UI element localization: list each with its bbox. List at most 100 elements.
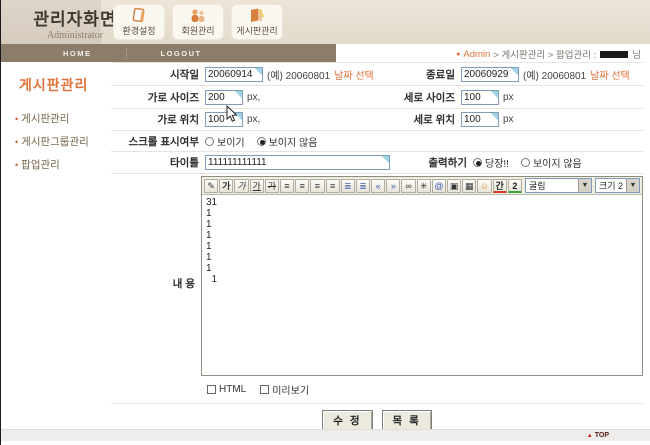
- settings-icon: [130, 6, 148, 24]
- html-checkbox-label: HTML: [219, 384, 246, 395]
- outdent-icon[interactable]: «: [371, 179, 385, 193]
- scroll-show-label: 보이기: [217, 134, 245, 149]
- editor-mode-checkboxes: HTML 미리보기: [207, 382, 643, 397]
- top-label: TOP: [595, 432, 609, 439]
- bullet-icon: •: [15, 160, 18, 170]
- ordered-list-icon[interactable]: ≣: [341, 179, 355, 193]
- output-now-radio[interactable]: [473, 158, 482, 167]
- sidebar-item-label: 게시판관리: [21, 113, 69, 125]
- wysiwyg-editor: ✎ 가 가 가 가 ≡ ≡ ≡ ≡ ≣ ≣ « » ∞ ✳: [201, 176, 643, 376]
- highlight-icon[interactable]: 2: [508, 179, 522, 193]
- align-right-icon[interactable]: ≡: [310, 179, 324, 193]
- italic-icon[interactable]: 가: [234, 179, 248, 193]
- output-hide-label: 보이지 않음: [533, 155, 582, 170]
- font-color-icon[interactable]: 간: [493, 179, 507, 193]
- admin-window: 관리자화면 Administrator 환경설정 회원관리 게시판관리: [0, 0, 650, 445]
- sidebar-item-label: 게시판그룹관리: [21, 136, 89, 148]
- title-label: 타이틀: [111, 155, 199, 170]
- start-date-picker-link[interactable]: 날짜 선택: [334, 67, 374, 82]
- menu-members-label: 회원관리: [181, 24, 214, 37]
- breadcrumb-trail: > 게시판관리 > 팝업관리 :: [493, 47, 596, 61]
- indent-icon[interactable]: »: [386, 179, 400, 193]
- height-label: 세로 사이즈: [389, 90, 455, 105]
- pos-y-unit: px: [503, 114, 514, 125]
- members-icon: [189, 6, 207, 24]
- end-date-label: 종료일: [389, 67, 455, 82]
- breadcrumb-admin[interactable]: Admin: [463, 49, 490, 60]
- nav-brown-bar: HOME LOGOUT: [1, 44, 336, 62]
- menu-board[interactable]: 게시판관리: [231, 4, 283, 40]
- start-date-input[interactable]: [205, 67, 263, 82]
- scroll-label: 스크롤 표시여부: [111, 134, 199, 149]
- sidebar-item-board-group-manage[interactable]: •게시판그룹관리: [15, 134, 111, 149]
- bold-icon[interactable]: 가: [219, 179, 233, 193]
- font-select-value: 굴림: [526, 179, 578, 192]
- content-edit-area[interactable]: 31 1 1 1 1 1 1 1: [202, 195, 642, 375]
- html-checkbox[interactable]: [207, 385, 216, 394]
- output-hide-radio[interactable]: [521, 158, 530, 167]
- home-link[interactable]: HOME: [63, 49, 92, 58]
- height-input[interactable]: [461, 90, 499, 105]
- preview-checkbox-label: 미리보기: [272, 382, 309, 397]
- pos-y-input[interactable]: [461, 112, 499, 127]
- link-icon[interactable]: ∞: [401, 179, 415, 193]
- breadcrumb: ● Admin > 게시판관리 > 팝업관리 : 님: [456, 47, 641, 61]
- end-date-example: (예) 20060801: [523, 67, 586, 82]
- sidebar-menu: •게시판관리 •게시판그룹관리 •팝업관리: [1, 111, 111, 172]
- pos-x-unit: px,: [247, 114, 260, 125]
- menu-members[interactable]: 회원관리: [172, 4, 224, 40]
- underline-icon[interactable]: 가: [250, 179, 264, 193]
- footer-bar: ▲ TOP: [1, 429, 650, 441]
- emoticon-icon[interactable]: ☺: [477, 179, 491, 193]
- sidebar: 게시판관리 •게시판관리 •게시판그룹관리 •팝업관리: [1, 62, 111, 428]
- image-icon[interactable]: ▣: [447, 179, 461, 193]
- scroll-show-radio[interactable]: [205, 137, 214, 146]
- up-arrow-icon: ▲: [587, 433, 593, 439]
- content-label: 내 용: [111, 176, 195, 399]
- size-select[interactable]: 크기 2 ▼: [595, 178, 640, 193]
- height-unit: px: [503, 92, 514, 103]
- header: 관리자화면 Administrator 환경설정 회원관리 게시판관리: [1, 0, 650, 44]
- eraser-icon[interactable]: ✎: [204, 179, 218, 193]
- popup-edit-form: 시작일 (예) 20060801 날짜 선택 종료일 (예) 20060801 …: [111, 62, 643, 438]
- nav-separator: [126, 48, 127, 58]
- back-to-top-link[interactable]: ▲ TOP: [587, 432, 609, 439]
- align-center-icon[interactable]: ≡: [295, 179, 309, 193]
- sidebar-item-board-manage[interactable]: •게시판관리: [15, 111, 111, 126]
- table-icon[interactable]: ▦: [462, 179, 476, 193]
- font-select[interactable]: 굴림 ▼: [525, 178, 592, 193]
- special-char-icon[interactable]: ✳: [417, 179, 431, 193]
- pos-x-input[interactable]: [205, 112, 243, 127]
- editor-toolbar: ✎ 가 가 가 가 ≡ ≡ ≡ ≡ ≣ ≣ « » ∞ ✳: [202, 177, 642, 195]
- width-input[interactable]: [205, 90, 243, 105]
- logout-link[interactable]: LOGOUT: [161, 49, 202, 58]
- preview-checkbox[interactable]: [260, 385, 269, 394]
- scroll-hide-radio[interactable]: [257, 137, 266, 146]
- align-left-icon[interactable]: ≡: [280, 179, 294, 193]
- menu-settings[interactable]: 환경설정: [113, 4, 165, 40]
- end-date-input[interactable]: [461, 67, 519, 82]
- sidebar-item-popup-manage[interactable]: •팝업관리: [15, 157, 111, 172]
- pos-x-label: 가로 위치: [111, 112, 199, 127]
- header-menu: 환경설정 회원관리 게시판관리: [113, 4, 283, 40]
- globe-icon[interactable]: @: [432, 179, 446, 193]
- modify-button[interactable]: 수 정: [322, 410, 372, 431]
- bullet-list-icon[interactable]: ≣: [356, 179, 370, 193]
- sidebar-item-label: 팝업관리: [21, 159, 60, 171]
- width-unit: px,: [247, 92, 260, 103]
- width-label: 가로 사이즈: [111, 90, 199, 105]
- row-content: 내 용 ✎ 가 가 가 가 ≡ ≡ ≡ ≡ ≣ ≣ «: [111, 174, 643, 404]
- strike-icon[interactable]: 가: [265, 179, 279, 193]
- menu-board-label: 게시판관리: [236, 24, 277, 37]
- scroll-hide-label: 보이지 않음: [269, 134, 318, 149]
- menu-settings-label: 환경설정: [122, 24, 155, 37]
- breadcrumb-username-redacted: [600, 51, 628, 58]
- end-date-picker-link[interactable]: 날짜 선택: [590, 67, 630, 82]
- chevron-down-icon: ▼: [626, 179, 639, 192]
- align-justify-icon[interactable]: ≡: [326, 179, 340, 193]
- list-button[interactable]: 목 록: [382, 410, 432, 431]
- pos-y-label: 세로 위치: [389, 112, 455, 127]
- title-input[interactable]: [205, 155, 390, 170]
- output-label: 출력하기: [411, 155, 467, 170]
- row-title-output: 타이틀 출력하기 당장!! 보이지 않음: [111, 152, 643, 174]
